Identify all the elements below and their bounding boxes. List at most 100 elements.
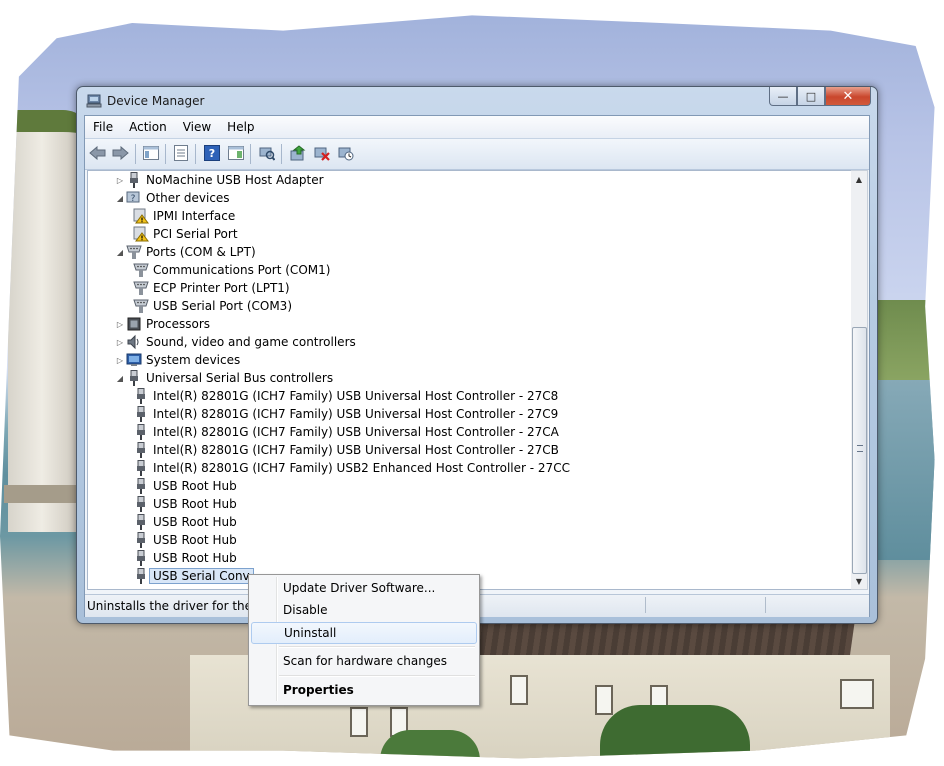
tree-category[interactable]: ◢? Other devices: [114, 189, 230, 207]
context-menu-item[interactable]: Disable: [251, 600, 477, 620]
toolbar-separator: [165, 144, 166, 164]
context-menu-item[interactable]: Properties: [251, 680, 477, 700]
warning-device-icon: [133, 208, 149, 224]
tree-device[interactable]: USB Root Hub: [133, 531, 237, 549]
tree-device[interactable]: Intel(R) 82801G (ICH7 Family) USB Univer…: [133, 405, 558, 423]
back-icon[interactable]: [89, 144, 107, 162]
context-menu-item[interactable]: Update Driver Software...: [251, 578, 477, 598]
tree-expander-icon[interactable]: ▷: [114, 338, 126, 347]
tree-category[interactable]: ◢ Universal Serial Bus controllers: [114, 369, 333, 387]
menu-help[interactable]: Help: [219, 120, 262, 134]
system-icon: [126, 352, 142, 368]
menu-file[interactable]: File: [85, 120, 121, 134]
scroll-up-arrow[interactable]: ▲: [851, 171, 867, 187]
tree-device[interactable]: USB Root Hub: [133, 495, 237, 513]
processor-icon: [126, 316, 142, 332]
help-icon[interactable]: ?: [203, 144, 221, 162]
context-menu-item[interactable]: Uninstall: [251, 622, 477, 644]
tree-expander-icon[interactable]: ◢: [114, 248, 126, 257]
tree-expander-icon[interactable]: ▷: [114, 320, 126, 329]
tree-device[interactable]: Intel(R) 82801G (ICH7 Family) USB2 Enhan…: [133, 459, 570, 477]
port-icon: [133, 280, 149, 296]
tree-category[interactable]: ▷ Sound, video and game controllers: [114, 333, 356, 351]
wallpaper-hill: [876, 300, 935, 380]
tree-device[interactable]: USB Root Hub: [133, 549, 237, 567]
wallpaper-window: [595, 685, 613, 715]
tree-item-label: USB Root Hub: [153, 515, 237, 529]
tree-expander-icon[interactable]: ◢: [114, 374, 126, 383]
tree-item-label: Intel(R) 82801G (ICH7 Family) USB2 Enhan…: [153, 461, 570, 475]
minimize-button[interactable]: —: [769, 87, 797, 106]
close-button[interactable]: ✕: [825, 87, 871, 106]
context-menu-item-label: Properties: [283, 683, 354, 697]
tree-expander-icon[interactable]: ◢: [114, 194, 126, 203]
port-icon: [133, 298, 149, 314]
tree-device[interactable]: Intel(R) 82801G (ICH7 Family) USB Univer…: [133, 387, 558, 405]
menu-view[interactable]: View: [175, 120, 219, 134]
tree-item-label: Universal Serial Bus controllers: [146, 371, 334, 385]
warning-device-icon: [133, 226, 149, 242]
tree-vertical-scrollbar[interactable]: ▲ ▼: [851, 170, 868, 590]
context-menu-item[interactable]: Scan for hardware changes: [251, 651, 477, 671]
maximize-button[interactable]: □: [797, 87, 825, 106]
usb-plug-icon: [133, 388, 149, 404]
tree-item-label: Intel(R) 82801G (ICH7 Family) USB Univer…: [153, 443, 559, 457]
menu-action[interactable]: Action: [121, 120, 175, 134]
view-icon[interactable]: [227, 144, 245, 162]
unknown-device-icon: ?: [126, 190, 142, 206]
tree-expander-icon[interactable]: ▷: [114, 356, 126, 365]
tree-expander-icon[interactable]: ▷: [114, 176, 126, 185]
tree-item-label: USB Root Hub: [153, 479, 237, 493]
wallpaper-window: [840, 679, 874, 709]
device-manager-icon: [86, 94, 102, 108]
tree-category[interactable]: ▷ NoMachine USB Host Adapter: [114, 171, 324, 189]
tree-item-label: PCI Serial Port: [153, 227, 238, 241]
scrollbar-grip: [857, 445, 863, 452]
tree-category[interactable]: ▷ System devices: [114, 351, 240, 369]
wallpaper-window: [350, 707, 368, 737]
tree-device[interactable]: Intel(R) 82801G (ICH7 Family) USB Univer…: [133, 423, 559, 441]
tree-device[interactable]: USB Serial Conv: [133, 567, 254, 585]
tree-device[interactable]: ECP Printer Port (LPT1): [133, 279, 290, 297]
usb-plug-icon: [126, 370, 142, 386]
scrollbar-thumb[interactable]: [852, 327, 867, 574]
scan-hardware-icon[interactable]: [258, 144, 276, 162]
tree-device[interactable]: PCI Serial Port: [133, 225, 238, 243]
usb-plug-icon: [126, 172, 142, 188]
tree-device[interactable]: USB Root Hub: [133, 513, 237, 531]
usb-plug-icon: [133, 406, 149, 422]
disable-icon[interactable]: [337, 144, 355, 162]
wallpaper-trees: [380, 730, 480, 759]
uninstall-icon[interactable]: [313, 144, 331, 162]
scroll-down-arrow[interactable]: ▼: [851, 573, 867, 589]
status-pane: [765, 597, 866, 613]
menu-bar: File Action View Help: [85, 116, 869, 138]
tree-device[interactable]: USB Serial Port (COM3): [133, 297, 292, 315]
speaker-icon: [126, 334, 142, 350]
usb-plug-icon: [133, 550, 149, 566]
tree-category[interactable]: ◢ Ports (COM & LPT): [114, 243, 256, 261]
title-bar[interactable]: Device Manager — □ ✕: [77, 87, 877, 115]
forward-icon[interactable]: [111, 144, 129, 162]
toolbar-separator: [281, 144, 282, 164]
tree-item-label: USB Root Hub: [153, 551, 237, 565]
device-tree[interactable]: ▷ NoMachine USB Host Adapter ◢? Other devic…: [87, 170, 853, 590]
usb-plug-icon: [133, 442, 149, 458]
tree-device[interactable]: Communications Port (COM1): [133, 261, 330, 279]
update-driver-icon[interactable]: [289, 144, 307, 162]
tree-category[interactable]: ▷ Processors: [114, 315, 210, 333]
tree-item-label: Other devices: [146, 191, 230, 205]
tree-item-label: Processors: [146, 317, 211, 331]
device-manager-window: Device Manager — □ ✕ File Action View He…: [76, 86, 878, 624]
properties-icon[interactable]: [172, 144, 190, 162]
toolbar: ?: [85, 138, 869, 170]
toolbar-separator: [250, 144, 251, 164]
tree-item-label: Ports (COM & LPT): [146, 245, 256, 259]
tree-device[interactable]: Intel(R) 82801G (ICH7 Family) USB Univer…: [133, 441, 559, 459]
tree-device[interactable]: USB Root Hub: [133, 477, 237, 495]
tree-device[interactable]: IPMI Interface: [133, 207, 235, 225]
svg-text:?: ?: [209, 147, 215, 160]
tree-item-label: Communications Port (COM1): [153, 263, 331, 277]
console-tree-icon[interactable]: [142, 144, 160, 162]
port-icon: [126, 244, 142, 260]
